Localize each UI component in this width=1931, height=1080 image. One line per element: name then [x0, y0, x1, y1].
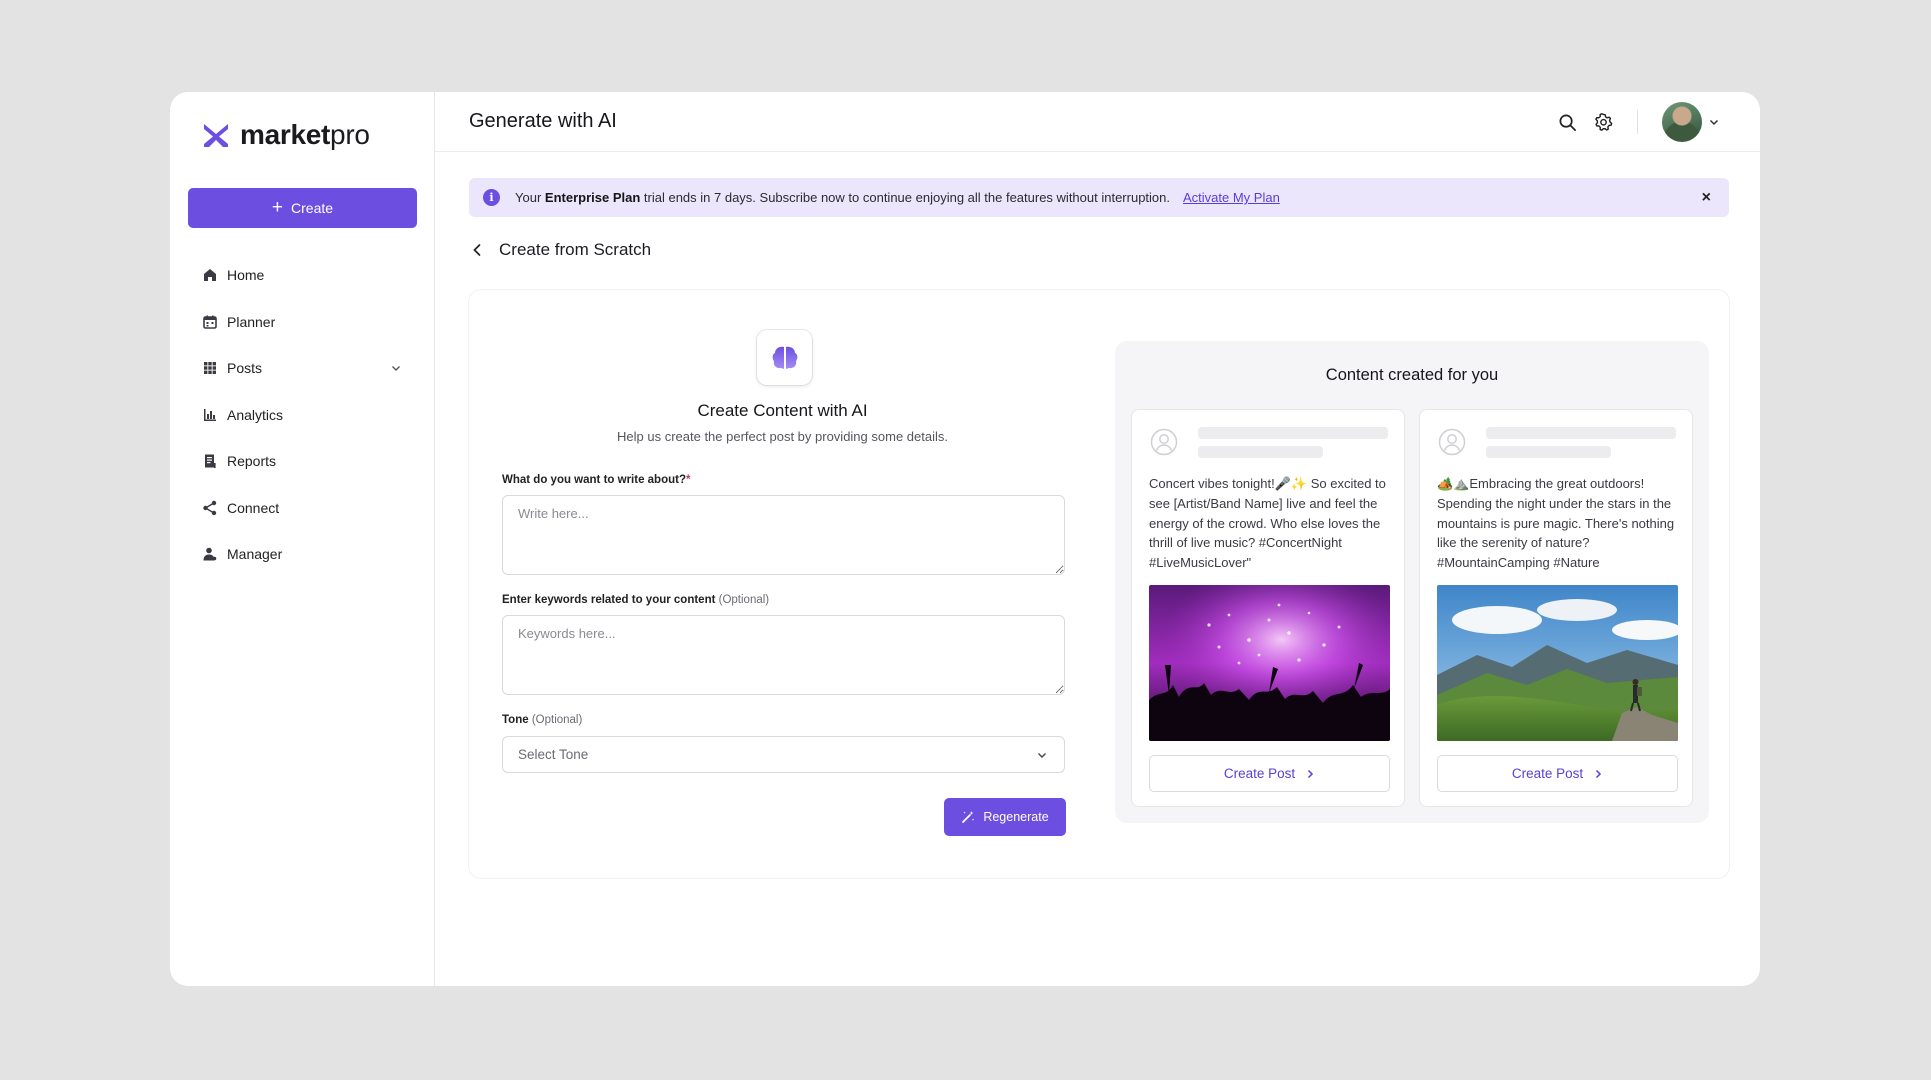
post-text: 🏕️⛰️Embracing the great outdoors! Spendi…: [1437, 476, 1675, 571]
tone-select[interactable]: Select Tone: [502, 736, 1065, 773]
results-panel: Content created for you Concert vibes to…: [1115, 341, 1709, 823]
post-card: 🏕️⛰️Embracing the great outdoors! Spendi…: [1419, 409, 1693, 807]
form-title: Create Content with AI: [697, 401, 868, 420]
search-icon: [1559, 114, 1576, 131]
skeleton-line: [1486, 427, 1676, 439]
post-text: Concert vibes tonight!🎤✨ So excited to s…: [1149, 476, 1386, 571]
user-icon: [203, 547, 217, 561]
create-post-button[interactable]: Create Post: [1149, 755, 1390, 792]
sidebar-item-label: Home: [227, 267, 265, 284]
document-icon: [205, 454, 216, 469]
divider: [1637, 110, 1638, 134]
grid-icon: [204, 362, 216, 375]
results-title: Content created for you: [1325, 366, 1499, 384]
form-subtitle: Help us create the perfect post by provi…: [617, 429, 948, 444]
sidebar-item-label: Planner: [227, 313, 276, 330]
share-icon: [203, 500, 217, 515]
topic-label: What do you want to write about?*: [502, 474, 691, 486]
bar-chart-icon: [204, 408, 216, 421]
home-icon: [204, 269, 216, 282]
keywords-label: Enter keywords related to your content (…: [502, 594, 770, 606]
skeleton-line: [1198, 446, 1323, 458]
generator-card: Create Content with AI Help us create th…: [469, 290, 1729, 878]
chevron-down-icon: [1709, 119, 1719, 126]
regenerate-label: Regenerate: [983, 810, 1049, 824]
brand-name: marketpro: [240, 119, 370, 150]
page-title: Generate with AI: [469, 110, 617, 132]
settings-button[interactable]: [1585, 104, 1621, 140]
mountain-hiker-image: [1437, 585, 1678, 741]
chevron-right-icon: [1308, 769, 1314, 778]
calendar-icon: [203, 315, 217, 329]
gear-icon: [1594, 112, 1612, 131]
tone-select-value: Select Tone: [518, 747, 589, 762]
sidebar-item-posts[interactable]: Posts: [188, 345, 416, 392]
logo[interactable]: marketpro: [188, 106, 416, 164]
sidebar-item-connect[interactable]: Connect: [188, 485, 416, 532]
create-button[interactable]: + Create: [188, 188, 417, 228]
activate-plan-link[interactable]: Activate My Plan: [1183, 190, 1280, 205]
sidebar-item-home[interactable]: Home: [188, 252, 416, 299]
regenerate-button[interactable]: Regenerate: [944, 798, 1066, 836]
user-menu[interactable]: [1662, 102, 1720, 142]
chevron-down-icon: [1038, 752, 1046, 758]
chevron-down-icon[interactable]: [390, 362, 402, 374]
marketpro-logo-icon: [204, 124, 228, 147]
sidebar-nav: Home Planner Posts Analytics Reports Con…: [188, 252, 416, 578]
topic-input[interactable]: [502, 495, 1065, 575]
breadcrumb: Create from Scratch: [469, 240, 651, 260]
brain-icon: [772, 345, 797, 370]
back-arrow-icon[interactable]: [469, 242, 485, 258]
concert-crowd-image: [1149, 585, 1390, 741]
tone-label: Tone (Optional): [502, 714, 583, 726]
main-content: Generate with AI i Your Enterprise Plan …: [435, 92, 1760, 986]
create-button-label: Create: [291, 200, 334, 216]
sidebar-item-label: Reports: [227, 453, 277, 470]
create-post-label: Create Post: [1511, 766, 1584, 781]
sidebar-item-label: Analytics: [227, 406, 284, 423]
create-post-button[interactable]: Create Post: [1437, 755, 1678, 792]
sidebar-item-label: Connect: [227, 499, 280, 516]
info-icon: i: [483, 189, 500, 206]
app-window: marketpro + Create Home Planner Posts An: [170, 92, 1760, 986]
banner-text: Your Enterprise Plan trial ends in 7 day…: [515, 190, 1170, 205]
post-card: Concert vibes tonight!🎤✨ So excited to s…: [1131, 409, 1405, 807]
chevron-right-icon: [1596, 769, 1602, 778]
create-post-label: Create Post: [1223, 766, 1296, 781]
ai-logo-tile: [757, 330, 812, 385]
close-icon[interactable]: ×: [1702, 189, 1711, 207]
plus-icon: +: [271, 196, 284, 218]
top-bar-actions: [1549, 92, 1720, 152]
user-avatar-icon: [1150, 428, 1178, 456]
keywords-input[interactable]: [502, 615, 1065, 695]
top-bar: Generate with AI: [435, 92, 1760, 152]
sidebar-item-manager[interactable]: Manager: [188, 531, 416, 578]
sidebar-item-analytics[interactable]: Analytics: [188, 392, 416, 439]
skeleton-line: [1486, 446, 1611, 458]
sidebar-item-reports[interactable]: Reports: [188, 438, 416, 485]
sidebar-item-planner[interactable]: Planner: [188, 299, 416, 346]
sidebar-item-label: Posts: [227, 360, 263, 377]
avatar: [1662, 102, 1702, 142]
user-avatar-icon: [1438, 428, 1466, 456]
sidebar-item-label: Manager: [227, 546, 283, 563]
search-button[interactable]: [1549, 104, 1585, 140]
sidebar: marketpro + Create Home Planner Posts An: [170, 92, 435, 986]
magic-wand-icon: [962, 811, 975, 823]
trial-banner: i Your Enterprise Plan trial ends in 7 d…: [469, 178, 1729, 217]
skeleton-line: [1198, 427, 1388, 439]
breadcrumb-title: Create from Scratch: [499, 240, 652, 259]
